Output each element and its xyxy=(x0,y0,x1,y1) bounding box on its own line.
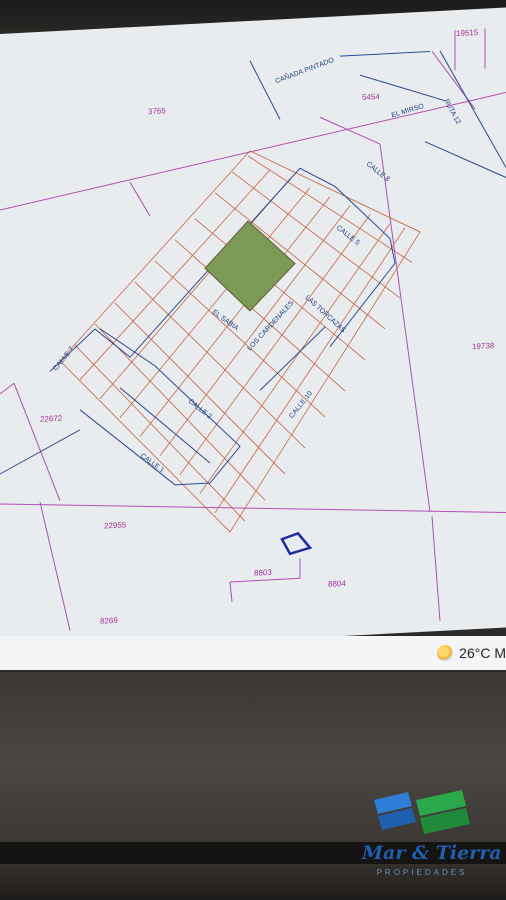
logo-mark-icon xyxy=(374,790,470,834)
parcel-label: 22672 xyxy=(40,414,63,424)
lot-grid xyxy=(59,150,421,533)
street-label: CALLE 8 xyxy=(365,161,391,184)
street-label: CALLE 2 xyxy=(187,398,213,421)
parcel-label: 19738 xyxy=(472,341,495,351)
logo-subtitle: PROPIEDADES xyxy=(376,868,468,877)
cadastral-map: 19515 3765 5454 19738 22672 22955 8803 8… xyxy=(0,28,506,631)
street-label: CALLE 7 xyxy=(52,346,75,373)
street-label: CALLE 1 xyxy=(139,453,165,475)
street-label: RUTA 12 xyxy=(442,98,461,126)
parcel-label: 5454 xyxy=(362,92,380,102)
watermark-logo: Mar & Tierra PROPIEDADES xyxy=(362,790,502,890)
street-label: CAÑADA PINTADO xyxy=(274,55,336,86)
logo-name: Mar & Tierra xyxy=(362,842,502,864)
parcel-label: 19515 xyxy=(456,28,479,38)
weather-text: 26°C M xyxy=(459,645,506,661)
street-label: CALLE 5 xyxy=(335,224,361,247)
parcel-label: 8269 xyxy=(100,616,118,626)
selected-parcel[interactable] xyxy=(280,531,313,556)
map-screen: 19515 3765 5454 19738 22672 22955 8803 8… xyxy=(0,7,506,654)
parcel-label: 22955 xyxy=(104,520,127,530)
parcel-label: 8804 xyxy=(328,579,346,589)
parcel-label: 8803 xyxy=(254,568,272,578)
street-label: EL MIRSO xyxy=(391,103,425,120)
taskbar: 26°C M xyxy=(0,636,506,670)
weather-widget[interactable]: 26°C M xyxy=(437,645,506,661)
partly-sunny-icon xyxy=(437,645,454,661)
parcel-label: 3765 xyxy=(148,106,166,116)
parcel-boundaries xyxy=(0,28,506,631)
